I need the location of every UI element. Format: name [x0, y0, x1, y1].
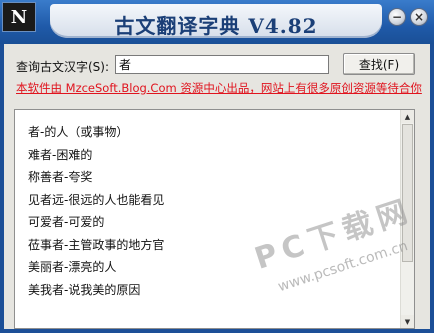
list-item[interactable]: 可爱者-可爱的: [28, 211, 164, 234]
list-item[interactable]: 莅事者-主管政事的地方官: [28, 234, 164, 257]
app-title: 古文翻译字典 V4.82: [114, 14, 318, 38]
scroll-up-icon[interactable]: ▲: [401, 110, 414, 123]
list-item[interactable]: 称善者-夸奖: [28, 166, 164, 189]
result-list: 者-的人（或事物） 难者-困难的 称善者-夸奖 见者远-很远的人也能看见 可爱者…: [28, 121, 164, 301]
list-item[interactable]: 者-的人（或事物）: [28, 121, 164, 144]
close-button[interactable]: ×: [410, 8, 428, 26]
promo-link[interactable]: 本软件由 MzceSoft.Blog.Com 资源中心出品，网站上有很多原创资源…: [16, 80, 430, 96]
query-label: 查询古文汉字(S):: [16, 60, 110, 74]
app-logo-icon: N: [2, 2, 36, 32]
list-item[interactable]: 美我者-说我美的原因: [28, 279, 164, 302]
vertical-scrollbar[interactable]: ▲ ▼: [400, 110, 414, 328]
query-input[interactable]: [115, 55, 329, 74]
list-item[interactable]: 见者远-很远的人也能看见: [28, 189, 164, 212]
app-window: N 古文翻译字典 V4.82 − × 查询古文汉字(S): 查找(F) 本软件由…: [0, 0, 434, 333]
main-panel: 查询古文汉字(S): 查找(F) 本软件由 MzceSoft.Blog.Com …: [4, 44, 430, 329]
minimize-button[interactable]: −: [388, 8, 406, 26]
title-plate: 古文翻译字典 V4.82: [50, 4, 382, 38]
scroll-thumb[interactable]: [402, 124, 413, 262]
scroll-down-icon[interactable]: ▼: [401, 315, 414, 328]
result-list-box[interactable]: 者-的人（或事物） 难者-困难的 称善者-夸奖 见者远-很远的人也能看见 可爱者…: [14, 109, 415, 329]
list-item[interactable]: 美丽者-漂亮的人: [28, 256, 164, 279]
title-bar[interactable]: N 古文翻译字典 V4.82 − ×: [0, 0, 434, 44]
find-button[interactable]: 查找(F): [343, 53, 415, 75]
list-item[interactable]: 难者-困难的: [28, 144, 164, 167]
